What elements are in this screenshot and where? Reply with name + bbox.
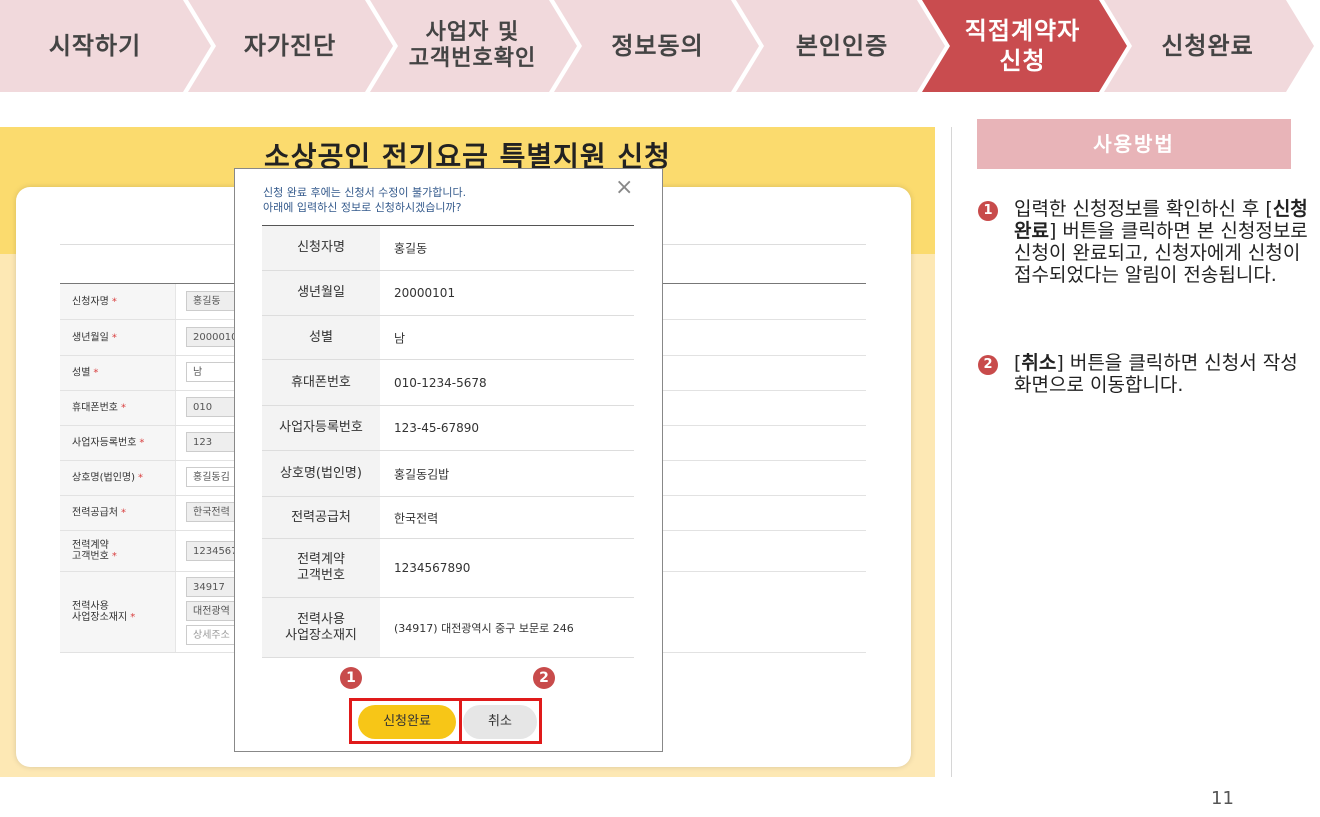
modal-row-company: 상호명(법인명) 홍길동김밥 [262,451,634,497]
modal-row-value: 남 [394,331,406,345]
modal-row-phone: 휴대폰번호 010-1234-5678 [262,360,634,406]
required-mark: * [121,402,126,414]
modal-row-name: 신청자명 홍길동 [262,226,634,271]
form-label: 휴대폰번호 [72,402,118,414]
step-start: 시작하기 [48,32,142,60]
confirm-modal: 신청 완료 후에는 신청서 수정이 불가합니다. 아래에 입력하신 정보로 신청… [234,168,663,752]
confirm-complete-button[interactable]: 신청완료 [358,705,456,739]
modal-row-label: 신청자명 [262,226,380,270]
modal-row-label: 휴대폰번호 [262,360,380,405]
form-label: 생년월일 [72,332,109,343]
step-info-consent: 정보동의 [611,32,704,60]
note-badge-1: 1 [978,201,998,221]
modal-message-line1: 신청 완료 후에는 신청서 수정이 불가합니다. [263,186,467,199]
modal-row-supplier: 전력공급처 한국전력 [262,497,634,539]
modal-row-label: 상호명(법인명) [262,451,380,496]
required-mark: * [111,296,117,307]
step-progress-bar: 시작하기 자가진단 사업자 및 고객번호확인 정보동의 본인인증 직접계약자 신… [0,0,1320,92]
required-mark: * [138,472,144,484]
modal-row-value: 1234567890 [394,561,471,575]
modal-row-bizno: 사업자등록번호 123-45-67890 [262,406,634,451]
modal-row-label: 전력사용 사업장소재지 [262,598,380,657]
howto-note-1: 1 입력한 신청정보를 확인하신 후 [신청완료] 버튼을 클릭하면 본 신청정… [978,198,1318,328]
form-label: 사업자등록번호 [72,437,137,449]
modal-row-value: 20000101 [394,286,456,300]
required-mark: * [130,612,136,623]
step-direct-contractor-apply: 직접계약자 신청 [964,17,1081,75]
modal-row-value: 한국전력 [394,511,439,525]
note-badge-2: 2 [978,355,998,375]
divider [951,127,952,777]
note-text: 입력한 신청정보를 확인하신 후 [ [1014,198,1273,220]
step-identity-verify: 본인인증 [795,32,889,60]
modal-row-value: 123-45-67890 [394,421,480,435]
step-complete: 신청완료 [1161,32,1254,60]
close-icon[interactable]: × [615,175,633,200]
note-text: ] 버튼을 클릭하면 본 신청정보로 신청이 완료되고, 신청자에게 신청이 접… [1014,220,1308,286]
required-mark: * [111,332,117,343]
modal-row-value: 홍길동 [394,241,428,256]
page-number: 11 [1211,788,1234,809]
note-text-1: 입력한 신청정보를 확인하신 후 [신청완료] 버튼을 클릭하면 본 신청정보로… [1014,198,1314,286]
form-label: 상호명(법인명) [72,472,136,484]
modal-row-birth: 생년월일 20000101 [262,271,634,316]
howto-header: 사용방법 [977,119,1291,169]
modal-row-label: 생년월일 [262,271,380,315]
required-mark: * [93,367,99,379]
note-text: ] 버튼을 클릭하면 신청서 작성 화면으로 이동합니다. [1014,352,1298,396]
modal-row-label: 전력공급처 [262,497,380,538]
form-label: 성별 [72,367,91,379]
form-label: 신청자명 [72,296,109,307]
modal-row-address: 전력사용 사업장소재지 (34917) 대전광역시 중구 보문로 246 [262,598,634,658]
step-business-check: 사업자 및 고객번호확인 [408,20,537,71]
form-label: 전력계약 고객번호 [72,540,109,562]
modal-row-label: 성별 [262,316,380,359]
modal-row-gender: 성별 남 [262,316,634,360]
form-label: 전력공급처 [72,507,118,519]
note-strong: 취소 [1021,352,1057,374]
modal-row-value: 홍길동김밥 [394,467,450,481]
modal-row-value: 010-1234-5678 [394,375,487,390]
note-text-2: [취소] 버튼을 클릭하면 신청서 작성 화면으로 이동합니다. [1014,352,1314,396]
modal-row-value: (34917) 대전광역시 중구 보문로 246 [394,621,574,635]
step-badge-1: 1 [340,667,362,689]
step-self-diagnosis: 자가진단 [243,32,337,60]
cancel-button[interactable]: 취소 [463,705,537,739]
modal-message-line2: 아래에 입력하신 정보로 신청하시겠습니까? [263,201,462,214]
required-mark: * [111,551,117,562]
modal-row-customer-no: 전력계약 고객번호 1234567890 [262,539,634,598]
form-label: 전력사용 사업장소재지 [72,601,128,623]
modal-message: 신청 완료 후에는 신청서 수정이 불가합니다. 아래에 입력하신 정보로 신청… [263,185,466,215]
modal-row-label: 사업자등록번호 [262,406,380,450]
required-mark: * [121,507,126,519]
required-mark: * [139,437,145,449]
howto-note-2: 2 [취소] 버튼을 클릭하면 신청서 작성 화면으로 이동합니다. [978,352,1318,412]
step-badge-2: 2 [533,667,555,689]
modal-row-label: 전력계약 고객번호 [262,539,380,597]
